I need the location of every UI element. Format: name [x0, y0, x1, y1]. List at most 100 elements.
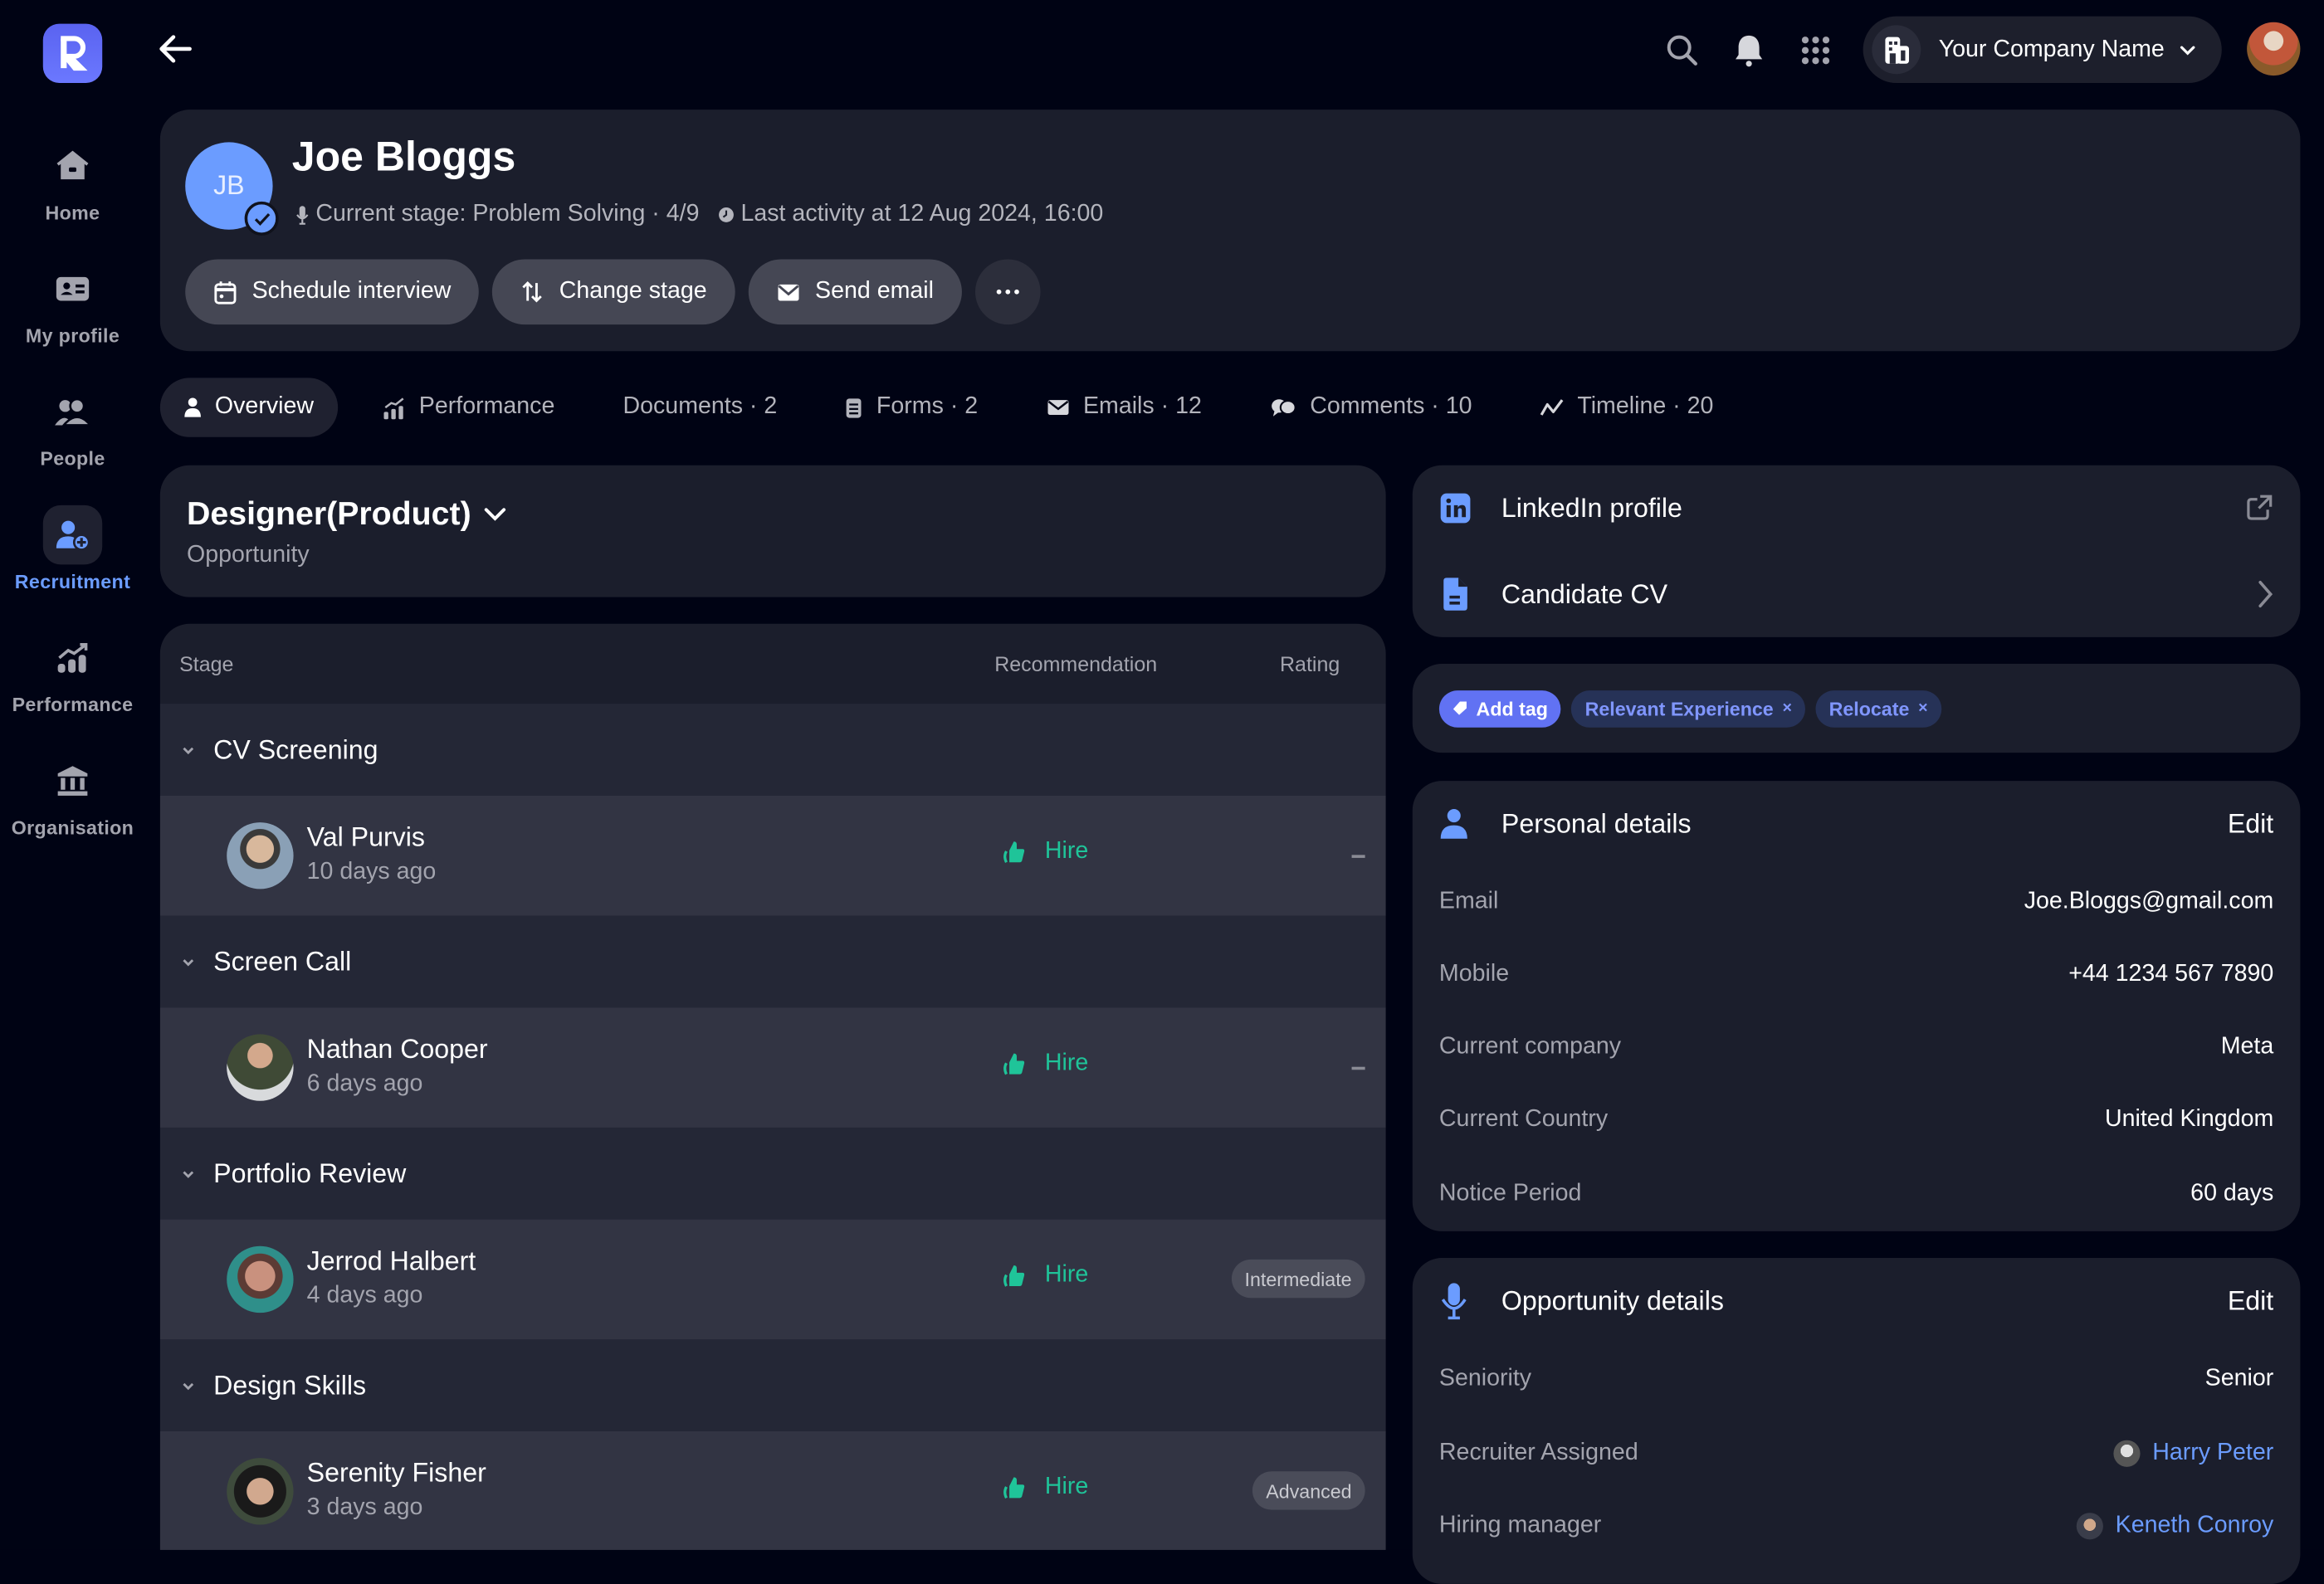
- tab-documents[interactable]: Documents · 2: [599, 378, 801, 436]
- tag-label: Relocate: [1828, 697, 1910, 719]
- reviewer-avatar: [227, 1034, 294, 1101]
- external-link-icon: [2247, 495, 2273, 520]
- tab-forms[interactable]: Forms · 2: [822, 378, 1002, 436]
- recommendation-label: Hire: [1044, 1050, 1089, 1076]
- remove-tag-icon[interactable]: ×: [1918, 699, 1927, 717]
- opportunity-details-title: Opportunity details: [1501, 1285, 1724, 1315]
- stage-group-design-skills[interactable]: Design Skills: [159, 1339, 1386, 1431]
- reviewer-name: Serenity Fisher: [306, 1458, 486, 1488]
- apps-button[interactable]: [1799, 27, 1832, 74]
- stage-name: CV Screening: [213, 734, 378, 764]
- opportunity-selector[interactable]: Designer(Product): [187, 495, 507, 533]
- chevron-down-icon: [183, 958, 194, 966]
- stage-group-screen-call[interactable]: Screen Call: [159, 915, 1386, 1008]
- document-icon: [1443, 578, 1467, 611]
- tab-performance[interactable]: Performance: [359, 378, 579, 436]
- recommendation: Hire: [1002, 839, 1088, 865]
- edit-personal-details-button[interactable]: Edit: [2228, 808, 2273, 839]
- change-stage-label: Change stage: [559, 278, 707, 305]
- change-stage-button[interactable]: Change stage: [492, 259, 735, 325]
- arrow-left-icon: [159, 35, 192, 63]
- sidebar-label: Performance: [12, 693, 134, 716]
- tab-comments[interactable]: Comments · 10: [1246, 378, 1496, 436]
- tag-label: Relevant Experience: [1584, 697, 1774, 719]
- search-icon: [1667, 35, 1697, 66]
- notifications-button[interactable]: [1732, 27, 1765, 74]
- last-activity: Last activity at 12 Aug 2024, 16:00: [740, 201, 1104, 227]
- edit-opportunity-details-button[interactable]: Edit: [2228, 1285, 2273, 1316]
- swap-vertical-icon: [522, 281, 543, 303]
- people-icon: [43, 383, 102, 441]
- schedule-interview-button[interactable]: Schedule interview: [185, 259, 480, 325]
- detail-row: Recruiter Assigned Harry Peter: [1439, 1435, 2273, 1471]
- company-switcher[interactable]: Your Company Name: [1863, 16, 2222, 83]
- thumbs-up-icon: [1003, 1053, 1025, 1075]
- stage-group-portfolio-review[interactable]: Portfolio Review: [159, 1127, 1386, 1220]
- sidebar-label: People: [40, 447, 105, 470]
- sidebar-item-recruitment[interactable]: Recruitment: [0, 504, 145, 592]
- mail-icon: [778, 284, 799, 301]
- tab-label: Overview: [214, 393, 315, 420]
- person-icon: [184, 397, 201, 417]
- tag-chip[interactable]: Relocate ×: [1815, 690, 1941, 727]
- calendar-icon: [214, 280, 237, 304]
- table-row[interactable]: Jerrod Halbert 4 days ago Hire Intermedi…: [159, 1219, 1386, 1340]
- linkedin-icon: [1440, 493, 1471, 524]
- stage-group-cv-screening[interactable]: CV Screening: [159, 704, 1386, 796]
- opportunity-details-header: Opportunity details Edit: [1439, 1283, 2273, 1320]
- recruiter-link[interactable]: Harry Peter: [2113, 1440, 2273, 1467]
- sidebar-item-organisation[interactable]: Organisation: [0, 751, 145, 839]
- chevron-down-icon: [183, 1170, 194, 1177]
- sidebar-item-home[interactable]: Home: [0, 136, 145, 224]
- header-recommendation: Recommendation: [994, 651, 1158, 676]
- linkedin-profile-link[interactable]: LinkedIn profile: [1439, 479, 2273, 538]
- remove-tag-icon[interactable]: ×: [1782, 699, 1791, 717]
- personal-details-card: Personal details Edit Email Joe.Bloggs@gm…: [1412, 781, 2301, 1231]
- apps-grid-icon: [1801, 37, 1830, 65]
- sidebar-label: My profile: [25, 324, 120, 347]
- tab-emails[interactable]: Emails · 12: [1023, 378, 1226, 436]
- table-row[interactable]: Nathan Cooper 6 days ago Hire: [159, 1007, 1386, 1128]
- tag-chip[interactable]: Relevant Experience ×: [1571, 690, 1806, 727]
- detail-row: Current company Meta: [1439, 1030, 2273, 1065]
- user-avatar[interactable]: [2247, 22, 2301, 76]
- personal-details-title: Personal details: [1501, 808, 1692, 838]
- thumbs-up-icon: [1003, 1265, 1025, 1287]
- hiring-manager-link[interactable]: Keneth Conroy: [2077, 1513, 2273, 1540]
- search-button[interactable]: [1664, 27, 1700, 74]
- app-logo[interactable]: [42, 23, 103, 83]
- candidate-cv-link[interactable]: Candidate CV: [1439, 564, 2273, 623]
- recommendation: Hire: [1002, 1262, 1088, 1289]
- chevron-down-icon: [484, 508, 505, 521]
- microphone-icon: [1441, 1283, 1467, 1320]
- tab-overview[interactable]: Overview: [159, 378, 338, 437]
- table-row[interactable]: Val Purvis 10 days ago Hire: [159, 795, 1386, 916]
- tab-timeline[interactable]: Timeline · 20: [1516, 378, 1737, 436]
- bell-icon: [1736, 35, 1763, 67]
- review-time: 3 days ago: [306, 1494, 423, 1521]
- recommendation-label: Hire: [1044, 1262, 1089, 1288]
- back-button[interactable]: [157, 32, 195, 65]
- add-tag-button[interactable]: Add tag: [1438, 690, 1562, 727]
- clock-icon: [718, 207, 734, 222]
- reviewer-name: Jerrod Halbert: [306, 1245, 476, 1276]
- stage-name: Screen Call: [213, 946, 352, 976]
- more-actions-button[interactable]: [974, 259, 1041, 325]
- candidate-initials: JB: [213, 170, 245, 201]
- send-email-button[interactable]: Send email: [748, 259, 962, 325]
- comments-icon: [1271, 399, 1296, 417]
- chevron-down-icon: [2180, 45, 2196, 55]
- candidate-tabs: Overview Performance Documents · 2 Forms…: [159, 378, 1758, 437]
- table-row[interactable]: Serenity Fisher 3 days ago Hire Advanced: [159, 1430, 1386, 1550]
- recruiter-avatar: [2113, 1440, 2141, 1467]
- recommendation-label: Hire: [1044, 1474, 1089, 1500]
- tab-label: Performance: [418, 393, 555, 420]
- opportunity-card: Designer(Product) Opportunity: [159, 465, 1386, 597]
- home-icon: [43, 136, 102, 195]
- table-header: Stage Recommendation Rating: [160, 624, 1386, 704]
- sidebar-item-performance[interactable]: Performance: [0, 628, 145, 715]
- sidebar-item-people[interactable]: People: [0, 383, 145, 470]
- sidebar-item-my-profile[interactable]: My profile: [0, 259, 145, 347]
- tab-label: Comments · 10: [1310, 393, 1472, 420]
- candidate-meta: Current stage: Problem Solving · 4/9 Las…: [295, 202, 1103, 228]
